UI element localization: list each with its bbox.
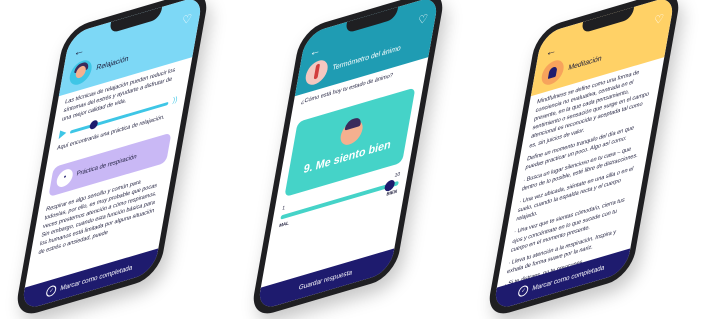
audio-progress-knob[interactable] bbox=[89, 119, 99, 131]
phone-screen: ← ♡ Relajación Las técnicas de relajació… bbox=[20, 0, 204, 312]
check-icon: ✓ bbox=[45, 284, 58, 298]
phone-relajacion: ← ♡ Relajación Las técnicas de relajació… bbox=[0, 0, 230, 319]
heart-icon[interactable]: ♡ bbox=[417, 12, 429, 28]
slider-min-label: MAL bbox=[278, 220, 290, 229]
phone-frame: ← ♡ Meditación Mindfulness se define com… bbox=[485, 0, 683, 319]
back-arrow-icon[interactable]: ← bbox=[309, 44, 322, 60]
phone-frame: ← ♡ Termómetro del ánimo ¿Cómo está hoy … bbox=[249, 0, 447, 319]
phone-screen: ← ♡ Meditación Mindfulness se define com… bbox=[492, 0, 676, 312]
check-icon: ✓ bbox=[517, 284, 530, 298]
mood-face-icon bbox=[338, 117, 365, 148]
save-answer-label: Guardar respuesta bbox=[298, 268, 353, 292]
card-title: Práctica de respiración bbox=[76, 153, 138, 178]
mark-complete-label: Marcar como completada bbox=[59, 263, 134, 293]
page-title: Relajación bbox=[95, 54, 130, 72]
back-arrow-icon[interactable]: ← bbox=[545, 44, 558, 60]
slider-max: 10 bbox=[393, 171, 401, 180]
back-arrow-icon[interactable]: ← bbox=[73, 44, 86, 60]
phone-frame: ← ♡ Relajación Las técnicas de relajació… bbox=[13, 0, 211, 319]
phone-screen: ← ♡ Termómetro del ánimo ¿Cómo está hoy … bbox=[256, 0, 440, 312]
save-answer-button[interactable]: Guardar respuesta bbox=[256, 248, 395, 312]
page-title: Meditación bbox=[567, 54, 603, 72]
phone-termometro: ← ♡ Termómetro del ánimo ¿Cómo está hoy … bbox=[236, 0, 466, 319]
bubbles-icon: • bbox=[55, 166, 75, 189]
heart-icon[interactable]: ♡ bbox=[653, 12, 665, 28]
relaxation-avatar-icon bbox=[67, 57, 94, 88]
volume-icon[interactable]: )) bbox=[172, 95, 179, 107]
heart-icon[interactable]: ♡ bbox=[181, 12, 193, 28]
play-icon[interactable] bbox=[58, 128, 67, 140]
slider-min: 1 bbox=[281, 205, 286, 213]
meditation-icon bbox=[539, 57, 566, 88]
phone-meditacion: ← ♡ Meditación Mindfulness se define com… bbox=[472, 0, 702, 319]
thermometer-icon bbox=[303, 57, 330, 88]
